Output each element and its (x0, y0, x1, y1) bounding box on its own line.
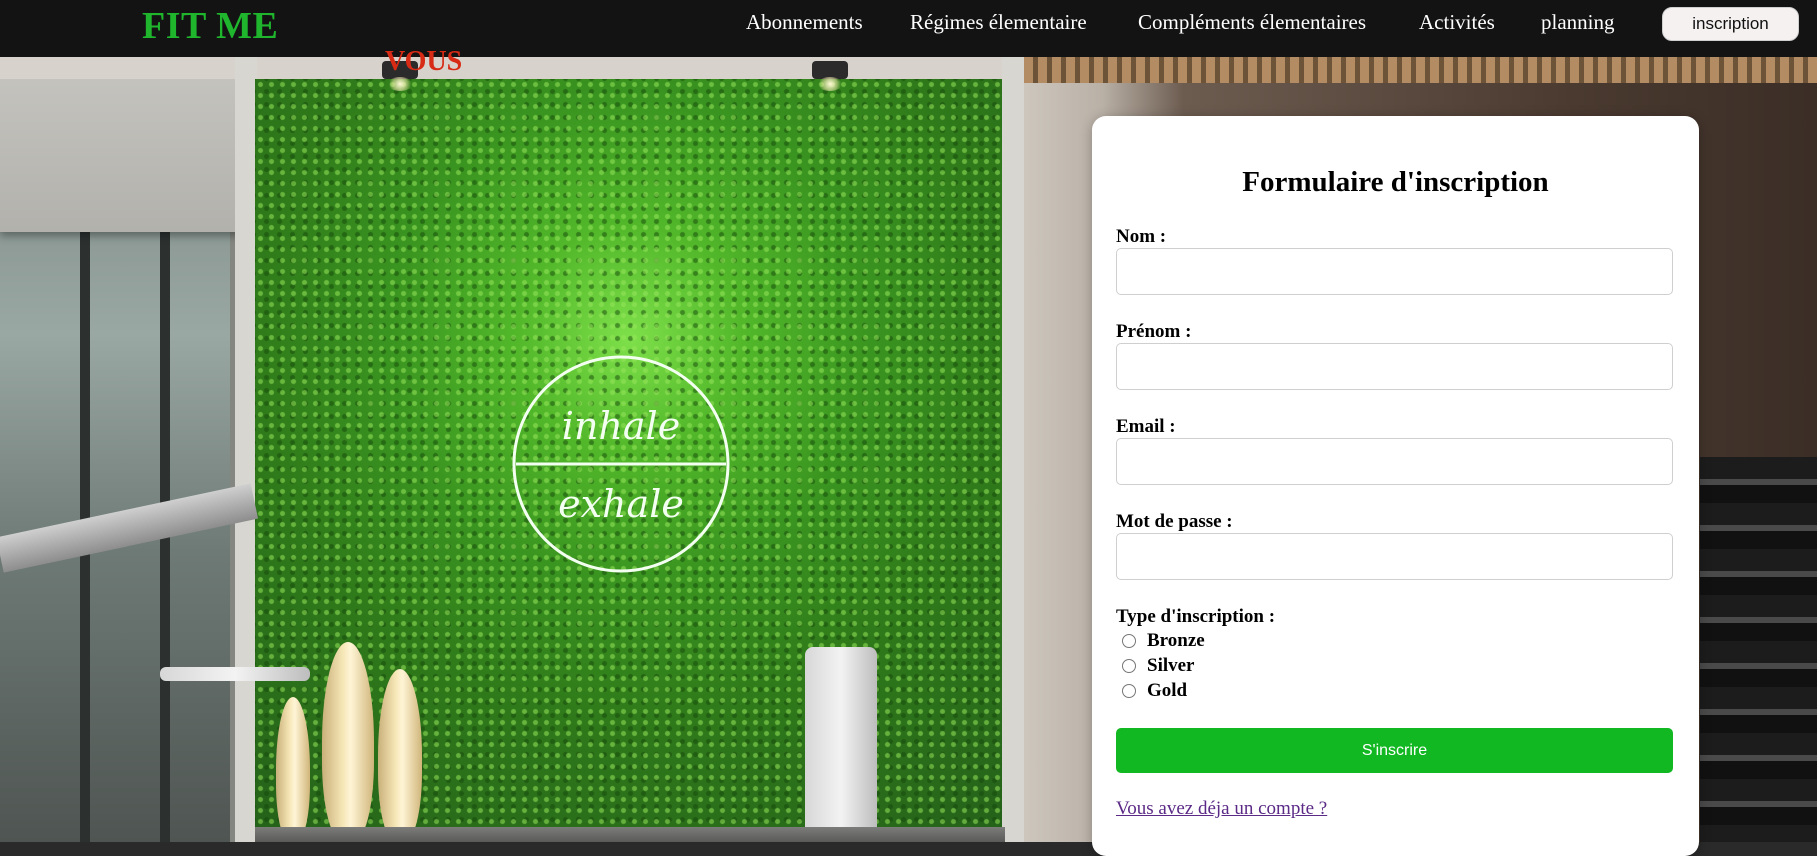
password-label: Mot de passe : (1116, 511, 1233, 532)
neon-text-exhale: exhale (558, 482, 684, 526)
dumbbell-rack (1700, 457, 1817, 842)
frame-post-right (1002, 57, 1024, 842)
hero-accent-word: VOUS (385, 46, 463, 77)
main-nav: Abonnements Régimes élementaire Compléme… (0, 10, 1817, 40)
spotlight-glow (388, 77, 412, 91)
nav-link-activites[interactable]: Activités (1419, 10, 1495, 35)
nom-input[interactable] (1116, 248, 1673, 295)
decor-vase (378, 669, 422, 842)
radio-option-bronze[interactable]: Bronze (1122, 630, 1205, 652)
nav-link-abonnements[interactable]: Abonnements (746, 10, 863, 35)
radio-label-silver: Silver (1147, 655, 1195, 676)
ceiling-slats (1010, 57, 1817, 83)
radio-option-silver[interactable]: Silver (1122, 655, 1195, 677)
window-blind (0, 57, 245, 232)
nav-link-complements[interactable]: Compléments élementaires (1138, 10, 1366, 35)
exercise-bike (160, 667, 310, 681)
radio-button-gold[interactable] (1122, 684, 1136, 698)
neon-sign-logo: inhale exhale (512, 355, 730, 573)
radio-button-bronze[interactable] (1122, 634, 1136, 648)
prenom-label: Prénom : (1116, 321, 1192, 342)
radio-button-silver[interactable] (1122, 659, 1136, 673)
frame-post-left (235, 57, 257, 842)
spotlight-glow (818, 77, 842, 91)
registration-form: Formulaire d'inscription Nom : Prénom : … (1092, 116, 1699, 856)
type-inscription-label: Type d'inscription : (1116, 606, 1276, 627)
radio-label-gold: Gold (1147, 680, 1188, 701)
submit-button[interactable]: S'inscrire (1116, 728, 1673, 773)
password-input[interactable] (1116, 533, 1673, 580)
radio-option-gold[interactable]: Gold (1122, 680, 1187, 702)
radio-label-bronze: Bronze (1147, 630, 1205, 651)
gym-machine (805, 647, 877, 842)
nav-link-regimes[interactable]: Régimes élementaire (910, 10, 1087, 35)
floor (255, 827, 1005, 842)
nom-label: Nom : (1116, 226, 1167, 247)
form-title: Formulaire d'inscription (1242, 166, 1549, 198)
prenom-input[interactable] (1116, 343, 1673, 390)
inscription-button[interactable]: inscription (1662, 7, 1799, 41)
navbar: FIT ME Abonnements Régimes élementaire C… (0, 0, 1817, 57)
login-link[interactable]: Vous avez déja un compte ? (1116, 798, 1327, 820)
neon-text-inhale: inhale (562, 404, 680, 448)
nav-link-planning[interactable]: planning (1541, 10, 1615, 35)
email-input[interactable] (1116, 438, 1673, 485)
decor-vase (276, 697, 310, 842)
email-label: Email : (1116, 416, 1176, 437)
decor-vase (322, 642, 374, 842)
